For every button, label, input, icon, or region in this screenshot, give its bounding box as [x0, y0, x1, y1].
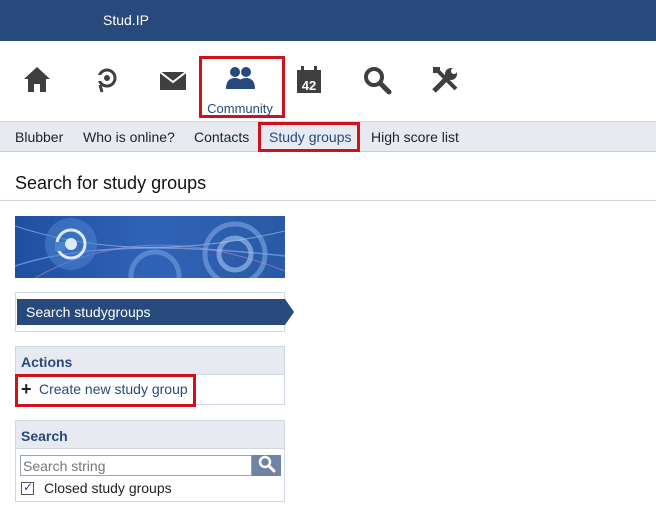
search-button[interactable] — [252, 455, 281, 476]
top-bar: Stud.IP — [0, 0, 656, 41]
subnav-contacts[interactable]: Contacts — [194, 129, 249, 145]
sidebar-item-label: Search studygroups — [26, 304, 151, 320]
mail-icon — [159, 71, 187, 90]
tools-icon — [432, 67, 458, 93]
closed-groups-option: Closed study groups — [21, 480, 172, 496]
nav-calendar[interactable]: 42 — [279, 41, 339, 121]
nav-home[interactable] — [7, 41, 67, 121]
closed-groups-checkbox[interactable] — [21, 480, 34, 495]
search-icon — [364, 67, 392, 95]
nav-activity[interactable] — [76, 41, 136, 121]
activity-icon — [97, 68, 117, 93]
calendar-icon: 42 — [297, 66, 321, 93]
calendar-icon-text: 42 — [302, 78, 316, 93]
title-divider — [0, 200, 656, 201]
community-highlight — [199, 56, 285, 118]
search-widget: Search Closed study groups — [15, 420, 285, 502]
study-groups-highlight — [258, 122, 360, 152]
search-heading: Search — [16, 421, 284, 449]
home-icon — [24, 67, 50, 92]
subnav-high-score-list[interactable]: High score list — [371, 129, 459, 145]
sidebar-navigation: Search studygroups — [15, 292, 294, 332]
subnav-blubber[interactable]: Blubber — [15, 129, 63, 145]
closed-groups-label[interactable]: Closed study groups — [44, 480, 172, 496]
nav-search[interactable] — [347, 41, 407, 121]
create-group-highlight — [15, 374, 196, 407]
brand-name[interactable]: Stud.IP — [103, 12, 149, 28]
search-icon — [258, 455, 275, 473]
subnav-who-is-online[interactable]: Who is online? — [83, 129, 175, 145]
sidebar-banner-image — [15, 216, 285, 278]
actions-heading: Actions — [16, 347, 284, 375]
nav-tools[interactable] — [415, 41, 475, 121]
page-title: Search for study groups — [15, 173, 207, 193]
nav-messages[interactable] — [143, 41, 203, 121]
sidebar-item-search-studygroups[interactable]: Search studygroups — [17, 299, 294, 325]
search-input[interactable] — [20, 455, 252, 476]
main-navigation: Community 42 — [0, 41, 656, 122]
